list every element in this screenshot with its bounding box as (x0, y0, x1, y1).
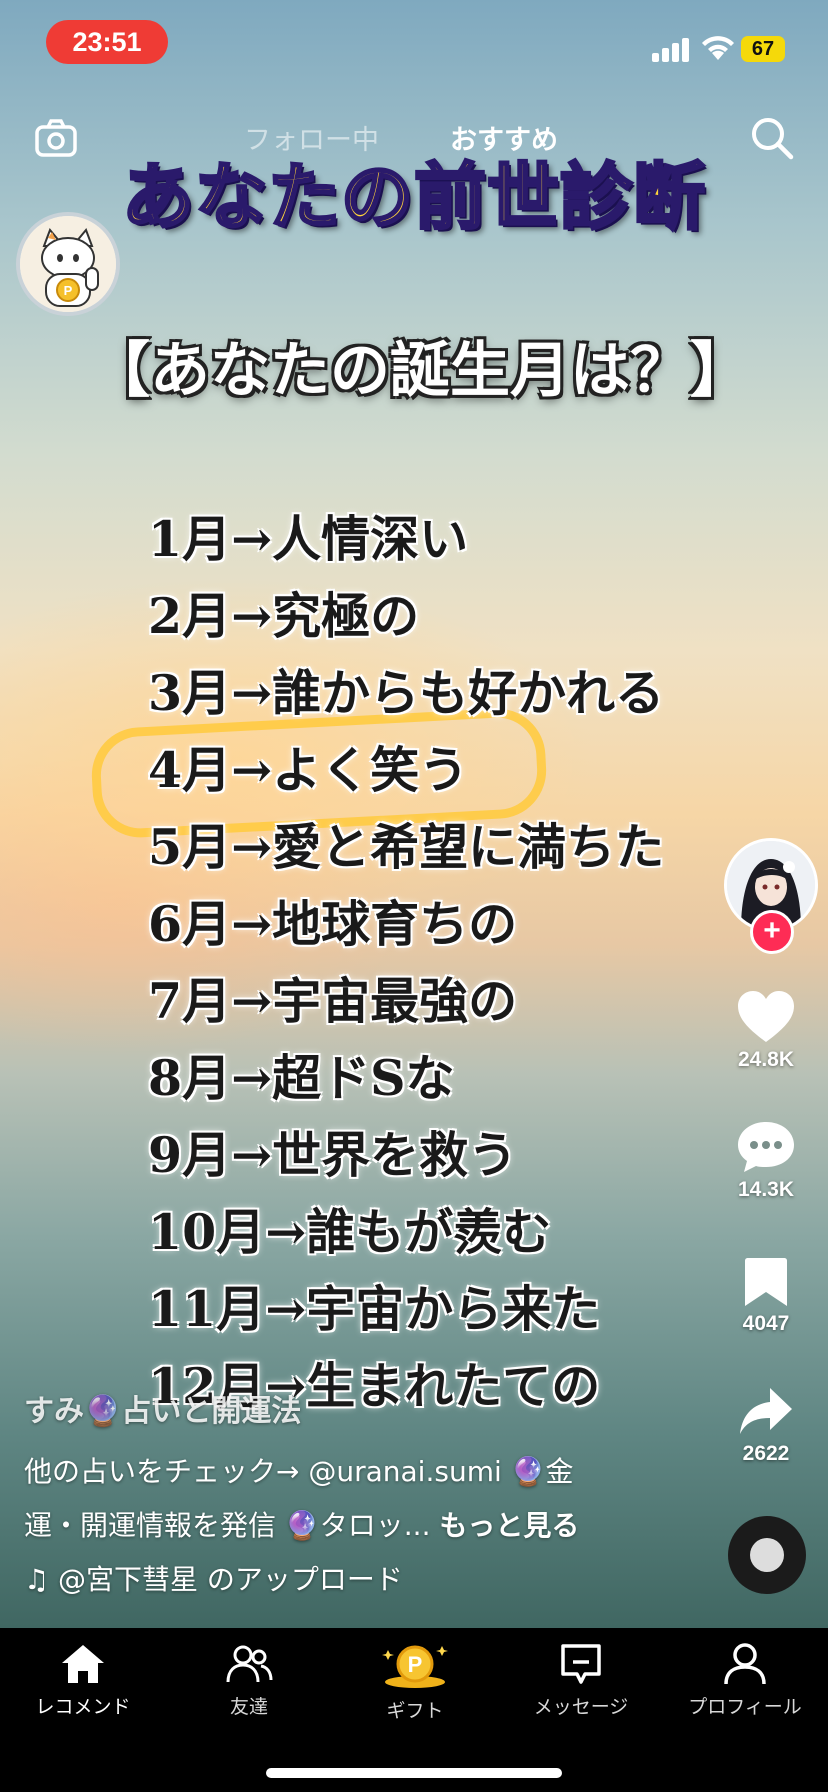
status-time: 23:51 (46, 20, 168, 64)
wifi-icon (702, 36, 734, 60)
birth-month-list: 1月→人情深い 2月→究極の 3月→誰からも好かれる 4月→よく笑う 5月→愛と… (148, 500, 708, 1424)
share-arrow-icon (740, 1388, 792, 1434)
nav-friends[interactable]: 友達 (166, 1642, 332, 1719)
message-icon (561, 1644, 601, 1684)
bookmark-icon (745, 1258, 787, 1306)
list-item: 2月→究極の (148, 587, 420, 645)
tab-following[interactable]: フォロー中 (244, 118, 379, 157)
like-count: 24.8K (737, 1048, 795, 1071)
list-item: 1月→人情深い (148, 510, 469, 568)
list-item: 11月→宇宙から来た (148, 1280, 601, 1338)
nav-profile[interactable]: プロフィール (662, 1642, 828, 1719)
music-note-icon: ♫ (24, 1563, 50, 1596)
nav-recommend[interactable]: レコメンド (0, 1642, 166, 1719)
video-subtitle: 【あなたの誕生月は？】 (90, 336, 750, 406)
lucky-cat-badge[interactable]: P (16, 212, 120, 316)
tab-recommended[interactable]: おすすめ (450, 118, 558, 157)
nav-label: レコメンド (35, 1696, 131, 1718)
nav-label: 友達 (229, 1696, 268, 1718)
heart-icon (738, 991, 794, 1042)
author-name[interactable]: すみ🔮占いと開運法 (24, 1386, 624, 1430)
video-caption: すみ🔮占いと開運法 他の占いをチェック→ @uranai.sumi 🔮金 運・開… (24, 1386, 624, 1558)
home-icon (62, 1645, 104, 1683)
share-count: 2622 (742, 1442, 790, 1465)
caption-line-2-text: 運・開運情報を発信 🔮タロッ... (24, 1509, 431, 1542)
caption-line-1: 他の占いをチェック→ @uranai.sumi 🔮金 (24, 1455, 574, 1488)
lucky-cat-icon: P (20, 216, 116, 312)
music-label: @宮下彗星 のアップロード (58, 1563, 403, 1596)
profile-icon (724, 1643, 766, 1685)
list-item: 3月→誰からも好かれる (148, 664, 665, 722)
svg-text:P: P (64, 283, 73, 298)
comment-count: 14.3K (737, 1178, 795, 1201)
status-bar: 23:51 67 (0, 0, 828, 90)
battery-indicator: 67 (741, 36, 785, 62)
nav-label: メッセージ (533, 1696, 629, 1718)
svg-text:P: P (408, 1652, 423, 1677)
share-button[interactable]: 2622 (718, 1386, 814, 1466)
comment-icon (738, 1122, 794, 1172)
music-info[interactable]: ♫ @宮下彗星 のアップロード (24, 1558, 403, 1598)
live-camera-icon[interactable] (32, 114, 80, 162)
list-item: 5月→愛と希望に満ちた (148, 818, 665, 876)
nav-label: ギフト (386, 1700, 444, 1722)
list-item: 7月→宇宙最強の (148, 972, 518, 1030)
friends-icon (226, 1645, 273, 1683)
nav-gift[interactable]: P ギフト (332, 1642, 498, 1723)
save-button[interactable]: 4047 (718, 1256, 814, 1336)
list-item: 10月→誰もが羨む (148, 1203, 552, 1261)
nav-label: プロフィール (688, 1696, 802, 1718)
like-button[interactable]: 24.8K (718, 990, 814, 1072)
list-item: 6月→地球育ちの (148, 895, 518, 953)
top-navigation: フォロー中 おすすめ (0, 110, 828, 170)
see-more-link[interactable]: もっと見る (439, 1509, 579, 1542)
list-item: 8月→超ドSな (148, 1049, 455, 1107)
save-count: 4047 (742, 1312, 790, 1335)
home-indicator[interactable] (266, 1768, 562, 1778)
follow-plus-button[interactable]: + (750, 910, 794, 954)
caption-line-2: 運・開運情報を発信 🔮タロッ... もっと見る (24, 1504, 624, 1544)
gift-coin-icon: P (382, 1645, 448, 1688)
cellular-signal-icon (652, 36, 692, 62)
search-icon[interactable] (748, 114, 796, 162)
comment-button[interactable]: 14.3K (718, 1120, 814, 1202)
music-disc-cover (750, 1538, 784, 1572)
list-item: 9月→世界を救う (148, 1126, 518, 1184)
bottom-navigation: レコメンド 友達 P ギフト メッセージ プロフィール (0, 1628, 828, 1792)
nav-messages[interactable]: メッセージ (498, 1642, 664, 1719)
music-disc[interactable] (728, 1516, 806, 1594)
list-item-highlighted: 4月→よく笑う (148, 741, 469, 799)
